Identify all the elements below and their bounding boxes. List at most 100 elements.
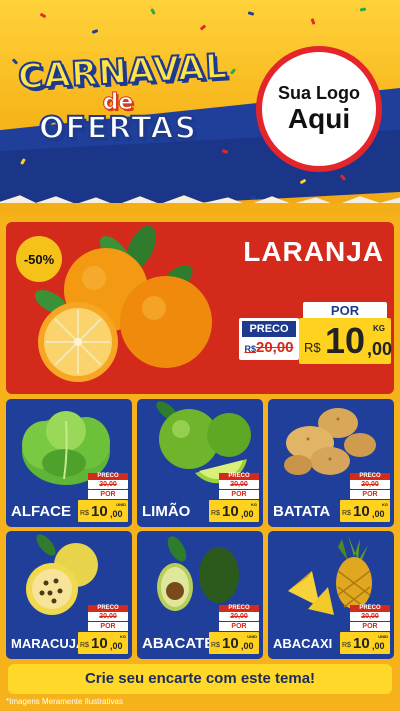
new-price-box: R$ 10,00 UNID	[340, 632, 390, 654]
price-integer: 10	[353, 635, 370, 652]
price-tag: PRECO 20,00 POR R$ 10,00 UNID	[78, 473, 128, 523]
price-tag: PRECO 20,00 POR R$ 10,00 UNID	[340, 605, 390, 655]
price-integer: 10	[222, 635, 239, 652]
price-tag: PRECO 20,00 POR R$ 10,00 KG	[78, 605, 128, 655]
price-currency: R$	[211, 642, 220, 649]
product-card-alface: ALFACE PRECO 20,00 POR R$ 10,00 UNID	[6, 399, 132, 527]
new-price-box: R$ 10,00 KG	[340, 500, 390, 522]
price-currency: R$	[80, 642, 89, 649]
discount-badge: -50%	[16, 236, 62, 282]
confetti	[229, 68, 237, 75]
new-price-box: R$ 10 ,00 KG	[299, 318, 393, 364]
price-integer: 10	[91, 635, 108, 652]
price-unit: KG	[120, 634, 126, 639]
price-tag: PRECO 20,00 POR R$ 10,00 UNID	[209, 605, 259, 655]
price-currency: R$	[211, 510, 220, 517]
price-integer: 10	[91, 503, 108, 520]
confetti	[199, 24, 207, 31]
featured-product-name: LARANJA	[243, 236, 384, 267]
confetti	[310, 18, 316, 25]
price-integer: 10	[222, 503, 239, 520]
price-unit: UNID	[247, 634, 257, 639]
disclaimer-text: *Imagens Meramente Ilustrativas	[6, 697, 123, 706]
product-card-abacate: ABACATE PRECO 20,00 POR R$ 10,00 UNID	[137, 531, 263, 659]
price-currency: R$	[342, 510, 351, 517]
old-price: R$20,00	[239, 339, 299, 356]
old-price-box: PRECO 20,00	[88, 473, 128, 489]
old-price-box: PRECO R$20,00	[239, 318, 299, 360]
product-card-maracuja: MARACUJÁ PRECO 20,00 POR R$ 10,00 KG	[6, 531, 132, 659]
por-label: POR	[219, 490, 259, 499]
old-price-box: PRECO 20,00	[219, 473, 259, 489]
price-unit: UNID	[116, 502, 126, 507]
confetti	[150, 8, 156, 15]
featured-product-card: -50% LARANJA POR PRECO R$20,00 R$ 10 ,00…	[6, 222, 394, 394]
product-card-abacaxi: ABACAXI PRECO 20,00 POR R$ 10,00 UNID	[268, 531, 394, 659]
old-price: 20,00	[361, 613, 379, 620]
old-price-box: PRECO 20,00	[350, 473, 390, 489]
por-label: POR	[219, 622, 259, 631]
product-card-limao: LIMÃO PRECO 20,00 POR R$ 10,00 KG	[137, 399, 263, 527]
price-decimal: ,00	[110, 641, 123, 651]
price-integer: 10	[325, 320, 366, 361]
price-currency: R$	[342, 642, 351, 649]
old-price-box: PRECO 20,00	[350, 605, 390, 621]
price-tag: PRECO 20,00 POR R$ 10,00 KG	[209, 473, 259, 523]
confetti	[247, 11, 255, 16]
confetti	[359, 7, 367, 12]
torn-paper-base	[0, 203, 400, 215]
price-decimal: ,00	[241, 641, 254, 651]
price-tag: PRECO 20,00 POR R$ 10,00 KG	[340, 473, 390, 523]
product-name: BATATA	[273, 503, 331, 520]
logo-text-line1: Sua Logo	[278, 83, 360, 103]
por-label: POR	[350, 622, 390, 631]
confetti	[91, 29, 99, 34]
title-ofertas: OFERTAS	[38, 110, 198, 147]
logo-placeholder: Sua Logo Aqui	[256, 46, 382, 172]
preco-label: PRECO	[219, 473, 259, 480]
title-block: CARNAVAL de OFERTAS	[16, 46, 230, 147]
cta-banner[interactable]: Crie seu encarte com este tema!	[8, 664, 392, 694]
price-decimal: ,00	[367, 339, 393, 359]
preco-label: PRECO	[88, 473, 128, 480]
product-name: ABACAXI	[273, 636, 333, 651]
product-name: ALFACE	[11, 503, 71, 520]
old-price-box: PRECO 20,00	[219, 605, 259, 621]
title-carnaval: CARNAVAL	[16, 46, 230, 99]
preco-label: PRECO	[350, 473, 390, 480]
new-price-box: R$ 10,00 KG	[209, 500, 259, 522]
new-price-box: R$ 10,00 UNID	[209, 632, 259, 654]
por-label: POR	[88, 622, 128, 631]
product-name: ABACATE	[142, 635, 215, 652]
price-unit: KG	[382, 502, 388, 507]
featured-price-tag: POR PRECO R$20,00 R$ 10 ,00 KG	[239, 302, 393, 372]
price-decimal: ,00	[372, 641, 385, 651]
price-unit: UNID	[378, 634, 388, 639]
price-decimal: ,00	[110, 509, 123, 519]
old-price: 20,00	[230, 613, 248, 620]
logo-text-line2: Aqui	[287, 103, 351, 134]
preco-label: PRECO	[242, 321, 296, 337]
product-name: MARACUJÁ	[11, 636, 86, 651]
header-banner: CARNAVAL de OFERTAS Sua Logo Aqui	[0, 0, 400, 215]
new-price-box: R$ 10,00 UNID	[78, 500, 128, 522]
new-price-box: R$ 10,00 KG	[78, 632, 128, 654]
product-name: LIMÃO	[142, 503, 191, 520]
product-card-batata: BATATA PRECO 20,00 POR R$ 10,00 KG	[268, 399, 394, 527]
flyer-page: CARNAVAL de OFERTAS Sua Logo Aqui -50% L…	[0, 0, 400, 711]
price-decimal: ,00	[372, 509, 385, 519]
price-unit: KG	[373, 324, 385, 333]
old-price: 20,00	[230, 481, 248, 488]
price-currency: R$	[304, 340, 321, 355]
por-label: POR	[350, 490, 390, 499]
price-integer: 10	[353, 503, 370, 520]
price-decimal: ,00	[241, 509, 254, 519]
old-price: 20,00	[99, 613, 117, 620]
old-price-box: PRECO 20,00	[88, 605, 128, 621]
old-price-value: 20,00	[255, 339, 294, 356]
price-unit: KG	[251, 502, 257, 507]
confetti	[39, 12, 47, 19]
preco-label: PRECO	[219, 605, 259, 612]
old-price: 20,00	[361, 481, 379, 488]
preco-label: PRECO	[350, 605, 390, 612]
